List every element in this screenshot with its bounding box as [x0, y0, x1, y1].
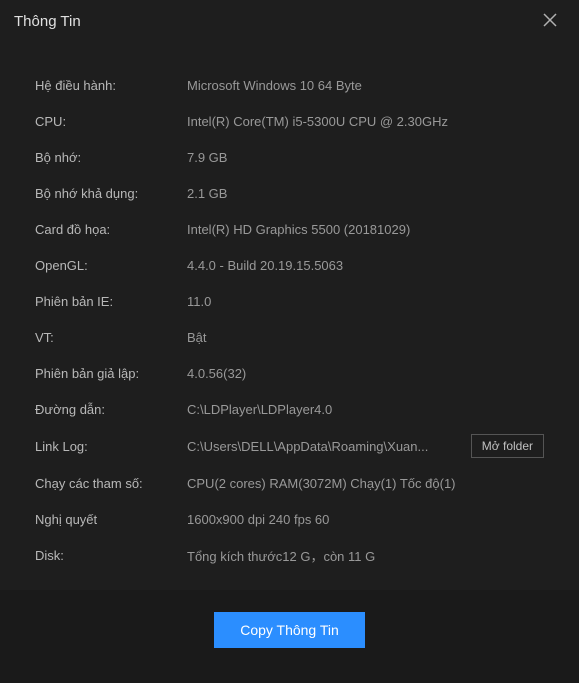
path-value: C:\LDPlayer\LDPlayer4.0	[187, 402, 544, 417]
gpu-value: Intel(R) HD Graphics 5500 (20181029)	[187, 222, 544, 237]
os-label: Hệ điều hành:	[35, 78, 187, 93]
info-row: Hệ điều hành: Microsoft Windows 10 64 By…	[35, 74, 544, 96]
opengl-value: 4.4.0 - Build 20.19.15.5063	[187, 258, 544, 273]
footer: Copy Thông Tin	[0, 600, 579, 683]
runparams-value: CPU(2 cores) RAM(3072M) Chạy(1) Tốc độ(1…	[187, 476, 544, 491]
avail-memory-label: Bộ nhớ khả dụng:	[35, 186, 187, 201]
disk-label: Disk:	[35, 548, 187, 563]
cpu-label: CPU:	[35, 114, 187, 129]
titlebar: Thông Tin	[0, 0, 579, 42]
vt-label: VT:	[35, 330, 187, 345]
info-row: Card đồ họa: Intel(R) HD Graphics 5500 (…	[35, 218, 544, 240]
info-row: Chạy các tham số: CPU(2 cores) RAM(3072M…	[35, 472, 544, 494]
ie-value: 11.0	[187, 294, 544, 309]
linklog-label: Link Log:	[35, 439, 187, 454]
emulator-label: Phiên bản giả lập:	[35, 366, 187, 381]
open-folder-button[interactable]: Mở folder	[471, 434, 544, 458]
info-row: Disk: Tổng kích thước12 G，còn 11 G	[35, 544, 544, 566]
close-button[interactable]	[535, 8, 565, 34]
info-row: Link Log: C:\Users\DELL\AppData\Roaming\…	[35, 434, 544, 458]
info-row: CPU: Intel(R) Core(TM) i5-5300U CPU @ 2.…	[35, 110, 544, 132]
info-row: Phiên bản IE: 11.0	[35, 290, 544, 312]
resolution-label: Nghị quyết	[35, 512, 187, 527]
vt-value: Bật	[187, 330, 544, 345]
opengl-label: OpenGL:	[35, 258, 187, 273]
info-row: Phiên bản giả lập: 4.0.56(32)	[35, 362, 544, 384]
memory-label: Bộ nhớ:	[35, 150, 187, 165]
gpu-label: Card đồ họa:	[35, 222, 187, 237]
copy-info-button[interactable]: Copy Thông Tin	[214, 612, 365, 648]
close-icon	[543, 13, 557, 27]
cpu-value: Intel(R) Core(TM) i5-5300U CPU @ 2.30GHz	[187, 114, 544, 129]
info-row: Bộ nhớ: 7.9 GB	[35, 146, 544, 168]
avail-memory-value: 2.1 GB	[187, 186, 544, 201]
memory-value: 7.9 GB	[187, 150, 544, 165]
disk-value: Tổng kích thước12 G，còn 11 G	[187, 546, 544, 565]
ie-label: Phiên bản IE:	[35, 294, 187, 309]
linklog-value: C:\Users\DELL\AppData\Roaming\Xuan...	[187, 439, 463, 454]
info-row: Bộ nhớ khả dụng: 2.1 GB	[35, 182, 544, 204]
os-value: Microsoft Windows 10 64 Byte	[187, 78, 544, 93]
info-dialog: Thông Tin Hệ điều hành: Microsoft Window…	[0, 0, 579, 590]
resolution-value: 1600x900 dpi 240 fps 60	[187, 512, 544, 527]
info-row: Đường dẫn: C:\LDPlayer\LDPlayer4.0	[35, 398, 544, 420]
content-area: Hệ điều hành: Microsoft Windows 10 64 By…	[0, 42, 579, 600]
emulator-value: 4.0.56(32)	[187, 366, 544, 381]
info-row: OpenGL: 4.4.0 - Build 20.19.15.5063	[35, 254, 544, 276]
path-label: Đường dẫn:	[35, 402, 187, 417]
info-row: VT: Bật	[35, 326, 544, 348]
runparams-label: Chạy các tham số:	[35, 476, 187, 491]
info-row: Nghị quyết 1600x900 dpi 240 fps 60	[35, 508, 544, 530]
window-title: Thông Tin	[14, 13, 81, 30]
